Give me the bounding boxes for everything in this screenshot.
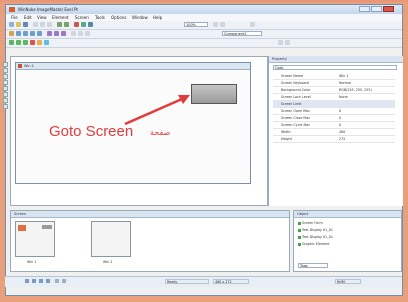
status-align-icon[interactable] xyxy=(55,279,59,283)
property-value: RGB(255, 255, 255) xyxy=(339,88,372,92)
object-panel: Object Screen Form Text Display 01_01 Te… xyxy=(293,210,402,272)
object-row-1-label: Screen Form xyxy=(302,221,323,225)
property-value: 0 xyxy=(339,123,342,127)
property-key: Screen Name xyxy=(281,74,304,78)
status-first-icon[interactable] xyxy=(25,279,29,283)
property-row[interactable]: Screen Name Win 1 xyxy=(273,73,395,80)
property-row[interactable]: Screen Open Mac 0 xyxy=(273,108,395,115)
status-last-icon[interactable] xyxy=(46,279,50,283)
object-status-icon xyxy=(298,228,301,232)
property-value: 0 xyxy=(339,109,342,113)
object-status-icon xyxy=(298,221,301,225)
property-row[interactable]: Screen Limit xyxy=(273,101,395,108)
property-key: Height xyxy=(281,137,292,141)
property-key: Screen Limit xyxy=(281,102,302,106)
arrow-line xyxy=(124,97,183,126)
status-ready: Ready xyxy=(165,279,209,284)
property-value: 0 xyxy=(339,116,342,120)
object-panel-header: Object xyxy=(294,211,401,218)
status-bar: Ready 480 x 272 NUM xyxy=(5,276,402,287)
object-status-icon xyxy=(298,242,301,246)
object-panel-title: Object xyxy=(297,212,309,216)
property-value: 272 xyxy=(339,137,346,141)
goto-screen-label: Goto Screen xyxy=(49,123,134,140)
property-key: Screen Close Mac xyxy=(281,116,311,120)
property-value: Win 1 xyxy=(339,74,349,78)
thumb-logo xyxy=(18,225,26,231)
property-value: 480 xyxy=(339,130,346,134)
screen-list-panel: Screen Win 1 Win 2 xyxy=(10,210,290,272)
property-object-select[interactable]: Goto xyxy=(273,65,397,70)
property-panel-header: Property xyxy=(269,56,403,63)
object-row-1[interactable]: Screen Form xyxy=(298,221,323,225)
thumb-button xyxy=(42,225,52,229)
property-row[interactable]: Screen Lock Level None xyxy=(273,94,395,101)
property-key: Screen Open Mac xyxy=(281,109,310,113)
status-prev-icon[interactable] xyxy=(32,279,36,283)
property-value: Normal xyxy=(339,81,351,85)
property-row[interactable]: Height 272 xyxy=(273,136,395,143)
object-tab[interactable]: Tags xyxy=(298,263,328,268)
object-row-3[interactable]: Text Display 01_01 xyxy=(298,235,333,239)
property-row[interactable]: Screen Keyboard Normal xyxy=(273,80,395,87)
object-row-2[interactable]: Text Display 01_01 xyxy=(298,228,333,232)
status-size: 480 x 272 xyxy=(213,279,249,284)
property-row[interactable]: Width 480 xyxy=(273,129,395,136)
status-distribute-icon[interactable] xyxy=(62,279,66,283)
object-status-icon xyxy=(298,235,301,239)
property-row[interactable]: Screen Close Mac 0 xyxy=(273,115,395,122)
property-key: Screen Keyboard xyxy=(281,81,309,85)
property-key: Background Color xyxy=(281,88,311,92)
property-panel: Property Goto Screen Name Win 1 Screen Key… xyxy=(268,56,403,206)
property-panel-title: Property xyxy=(272,57,287,61)
status-next-icon[interactable] xyxy=(39,279,43,283)
annotation-script: ﺻﻔﺤﺔ xyxy=(150,128,171,137)
screen-list-title: Screen xyxy=(14,212,27,216)
object-row-3-label: Text Display 01_01 xyxy=(302,235,333,239)
screen-thumb-2-label: Win 2 xyxy=(103,260,113,264)
screen-list-header: Screen xyxy=(11,211,289,218)
screen-thumb-1[interactable] xyxy=(15,221,55,257)
property-row[interactable]: Screen Cycle Mac 0 xyxy=(273,122,395,129)
screen-thumb-1-label: Win 1 xyxy=(27,260,37,264)
object-row-4[interactable]: Graphic Element xyxy=(298,242,330,246)
property-value: None xyxy=(339,95,348,99)
property-key: Screen Lock Level xyxy=(281,95,311,99)
object-row-2-label: Text Display 01_01 xyxy=(302,228,333,232)
status-num: NUM xyxy=(335,279,361,284)
property-key: Width xyxy=(281,130,291,134)
property-key: Screen Cycle Mac xyxy=(281,123,311,127)
object-row-4-label: Graphic Element xyxy=(302,242,330,246)
screen-thumb-2[interactable] xyxy=(91,221,131,257)
property-row[interactable]: Background Color RGB(255, 255, 255) xyxy=(273,87,395,94)
